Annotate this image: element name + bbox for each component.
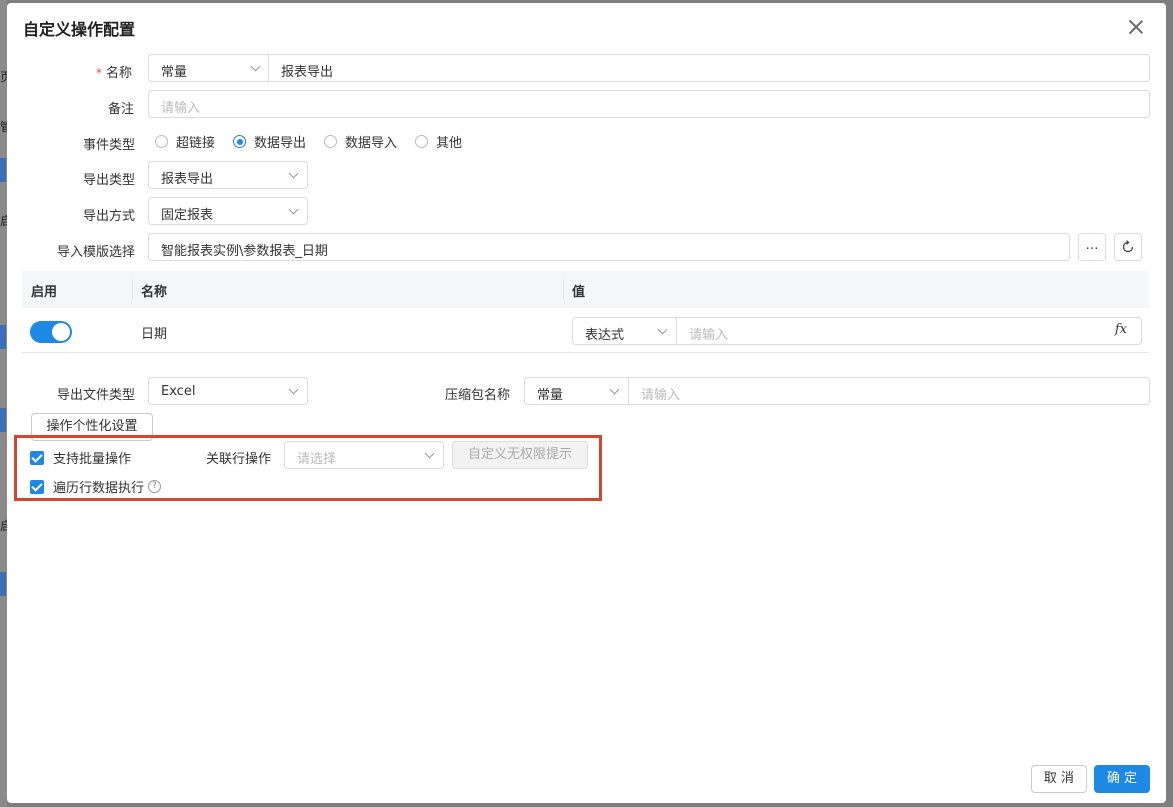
custom-operation-dialog: 自定义操作配置 * 名称 常量 报表导出 备注 请输入 事件类型 超链接 数据导出… xyxy=(7,3,1166,803)
chevron-down-icon xyxy=(288,204,299,215)
radio-data-export[interactable]: 数据导出 xyxy=(233,132,306,151)
refresh-icon[interactable] xyxy=(1114,233,1142,261)
export-file-label: 导出文件类型 xyxy=(57,388,136,403)
header-name: 名称 xyxy=(141,285,168,300)
chevron-down-icon xyxy=(657,324,668,335)
export-method-label: 导出方式 xyxy=(83,209,136,224)
chevron-down-icon xyxy=(288,384,299,395)
export-type-select[interactable]: 报表导出 xyxy=(148,161,308,189)
template-input[interactable]: 智能报表实例\参数报表_日期 xyxy=(148,233,1070,261)
template-label: 导入模版选择 xyxy=(57,245,136,260)
background-block xyxy=(0,408,6,432)
remark-input[interactable]: 请输入 xyxy=(148,90,1150,118)
background-block xyxy=(0,158,6,182)
zip-name-label: 压缩包名称 xyxy=(445,388,511,403)
chevron-down-icon xyxy=(609,384,620,395)
value-input[interactable]: 请输入 xyxy=(677,318,1111,344)
row-value-field: 表达式 请输入 fx xyxy=(572,317,1142,345)
name-field: 常量 报表导出 xyxy=(148,54,1150,82)
radio-other[interactable]: 其他 xyxy=(415,132,462,151)
enable-toggle[interactable] xyxy=(30,321,72,343)
background-block xyxy=(0,325,6,349)
name-type-select[interactable]: 常量 xyxy=(149,55,269,81)
header-value: 值 xyxy=(572,285,586,300)
radio-data-import[interactable]: 数据导入 xyxy=(324,132,397,151)
chevron-down-icon xyxy=(250,61,261,72)
radio-hyperlink[interactable]: 超链接 xyxy=(155,132,215,151)
close-icon[interactable] xyxy=(1128,19,1144,35)
name-input[interactable]: 报表导出 xyxy=(269,55,1149,81)
confirm-button[interactable]: 确 定 xyxy=(1094,765,1150,793)
remark-label: 备注 xyxy=(108,102,135,117)
background-block xyxy=(0,572,6,596)
value-type-select[interactable]: 表达式 xyxy=(573,318,676,344)
export-method-select[interactable]: 固定报表 xyxy=(148,197,308,225)
event-type-label: 事件类型 xyxy=(83,138,136,153)
dialog-title: 自定义操作配置 xyxy=(23,20,136,39)
table-row: 日期 表达式 请输入 fx xyxy=(22,308,1149,353)
name-label: * 名称 xyxy=(96,66,133,81)
event-type-radio-group: 超链接 数据导出 数据导入 其他 xyxy=(155,132,480,151)
export-type-label: 导出类型 xyxy=(83,173,136,188)
export-file-select[interactable]: Excel xyxy=(148,377,308,405)
zip-name-field: 常量 请输入 xyxy=(524,377,1150,405)
row-name: 日期 xyxy=(141,327,168,342)
header-enabled: 启用 xyxy=(31,285,58,300)
chevron-down-icon xyxy=(288,168,299,179)
zip-type-select[interactable]: 常量 xyxy=(525,378,628,404)
param-table-header: 启用 名称 值 xyxy=(22,271,1149,308)
more-icon[interactable]: … xyxy=(1078,233,1106,261)
fx-icon[interactable]: fx xyxy=(1115,322,1127,337)
zip-name-input[interactable]: 请输入 xyxy=(629,378,1149,404)
annotation-highlight-box xyxy=(14,435,602,501)
required-mark: * xyxy=(96,66,102,80)
cancel-button[interactable]: 取 消 xyxy=(1031,765,1087,793)
